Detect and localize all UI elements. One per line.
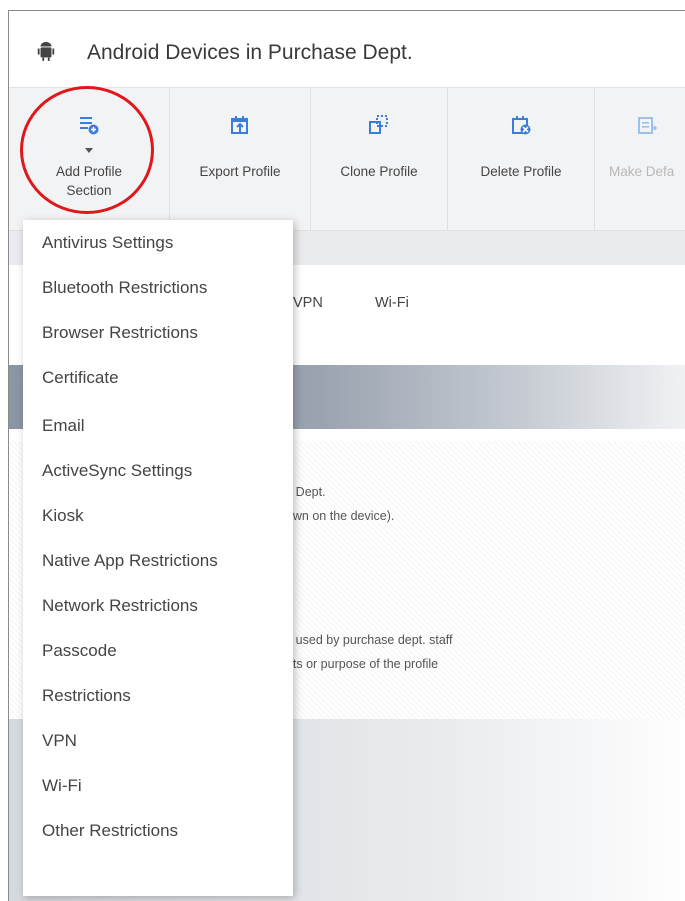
add-profile-section-menu: Antivirus Settings Bluetooth Restriction… <box>23 220 293 896</box>
export-profile-button[interactable]: Export Profile <box>170 88 311 230</box>
page-title: Android Devices in Purchase Dept. <box>87 41 413 64</box>
add-profile-section-button[interactable]: Add Profile Section <box>9 88 170 230</box>
menu-item-email[interactable]: Email <box>42 416 85 436</box>
menu-item-antivirus-settings[interactable]: Antivirus Settings <box>42 233 173 253</box>
menu-item-browser-restrictions[interactable]: Browser Restrictions <box>42 323 198 343</box>
delete-list-icon <box>512 116 531 135</box>
menu-item-wifi[interactable]: Wi-Fi <box>42 776 82 796</box>
menu-item-passcode[interactable]: Passcode <box>42 641 117 661</box>
make-default-icon <box>638 117 658 134</box>
delete-profile-button[interactable]: Delete Profile <box>448 88 595 230</box>
make-default-label: Make Defa <box>609 164 675 179</box>
tab-vpn[interactable]: VPN <box>293 295 323 311</box>
menu-item-other-restrictions[interactable]: Other Restrictions <box>42 821 178 841</box>
menu-item-certificate[interactable]: Certificate <box>42 368 119 388</box>
title-bar: Android Devices in Purchase Dept. <box>9 11 685 88</box>
menu-item-vpn[interactable]: VPN <box>42 731 77 751</box>
menu-item-bluetooth-restrictions[interactable]: Bluetooth Restrictions <box>42 278 207 298</box>
menu-item-kiosk[interactable]: Kiosk <box>42 506 84 526</box>
menu-item-network-restrictions[interactable]: Network Restrictions <box>42 596 198 616</box>
export-icon <box>231 116 248 134</box>
chevron-down-icon <box>85 148 93 153</box>
menu-item-activesync-settings[interactable]: ActiveSync Settings <box>42 461 192 481</box>
add-list-icon <box>80 117 99 135</box>
menu-item-restrictions[interactable]: Restrictions <box>42 686 131 706</box>
tab-wifi[interactable]: Wi-Fi <box>375 295 409 311</box>
profile-name-hint: hown on the device). <box>279 509 395 523</box>
toolbar: Add Profile Section Export Profile Clone… <box>9 88 685 231</box>
menu-item-native-app-restrictions[interactable]: Native App Restrictions <box>42 551 218 571</box>
add-profile-section-label: Add Profile Section <box>55 164 123 198</box>
android-icon <box>37 41 55 62</box>
profile-description-hint: ents or purpose of the profile <box>279 657 439 671</box>
clone-profile-label: Clone Profile <box>340 164 418 179</box>
profile-description-value: bs used by purchase dept. staff <box>279 633 453 647</box>
delete-profile-label: Delete Profile <box>480 164 562 179</box>
export-profile-label: Export Profile <box>199 164 281 179</box>
make-default-button[interactable]: Make Defa <box>595 88 685 230</box>
clone-icon <box>369 115 388 134</box>
clone-profile-button[interactable]: Clone Profile <box>311 88 448 230</box>
